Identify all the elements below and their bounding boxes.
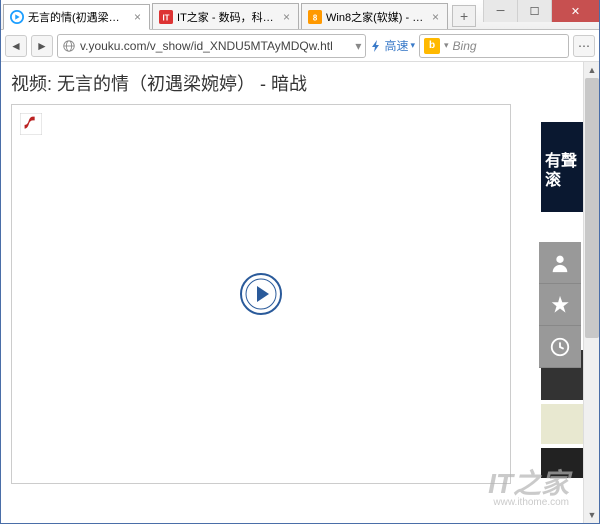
svg-text:8: 8: [313, 13, 318, 22]
url-input[interactable]: [80, 39, 351, 53]
bing-icon: b: [424, 38, 440, 54]
clock-icon: [549, 336, 571, 358]
svg-text:IT: IT: [163, 13, 170, 22]
forward-button[interactable]: ►: [31, 35, 53, 57]
win8-icon: 8: [308, 10, 322, 24]
star-icon: [549, 294, 571, 316]
minimize-button[interactable]: ─: [483, 0, 517, 22]
flash-icon: [20, 113, 42, 135]
speed-label: 高速: [384, 37, 408, 54]
close-icon[interactable]: ×: [132, 10, 143, 24]
history-button[interactable]: [539, 326, 581, 368]
maximize-button[interactable]: ☐: [517, 0, 551, 22]
speed-mode[interactable]: 高速 ▾: [370, 37, 415, 54]
tab-1[interactable]: IT IT之家 - 数码，科技，... ×: [152, 3, 299, 29]
video-player[interactable]: [11, 104, 511, 484]
dropdown-icon: ▾: [410, 40, 415, 51]
page-content: 视频: 无言的情（初遇梁婉婷） - 暗战 有聲 滚 ▲ ▼ IT之家 www.i…: [1, 62, 599, 523]
scroll-thumb[interactable]: [585, 78, 599, 338]
new-tab-button[interactable]: +: [452, 5, 476, 27]
ithome-icon: IT: [159, 10, 173, 24]
menu-button[interactable]: ⋯: [573, 35, 595, 57]
scrollbar[interactable]: ▲ ▼: [583, 62, 599, 523]
close-icon[interactable]: ×: [281, 10, 292, 24]
youku-icon: [10, 10, 24, 24]
dropdown-icon[interactable]: ▾: [355, 39, 361, 53]
tab-2[interactable]: 8 Win8之家(软媒) - Win... ×: [301, 3, 448, 29]
action-bar: [539, 242, 581, 368]
window-controls: ─ ☐ ✕: [483, 0, 599, 22]
globe-icon: [62, 39, 76, 53]
lightning-icon: [370, 40, 382, 52]
back-button[interactable]: ◄: [5, 35, 27, 57]
tab-title: 无言的情(初遇梁婉婷...: [28, 9, 128, 25]
dropdown-icon[interactable]: ▾: [444, 40, 449, 51]
scroll-down-icon[interactable]: ▼: [584, 507, 599, 523]
main-area: 视频: 无言的情（初遇梁婉婷） - 暗战: [1, 62, 541, 523]
favorite-button[interactable]: [539, 284, 581, 326]
scroll-up-icon[interactable]: ▲: [584, 62, 599, 78]
title-bar: 无言的情(初遇梁婉婷... × IT IT之家 - 数码，科技，... × 8 …: [1, 0, 599, 30]
toolbar: ◄ ► ▾ 高速 ▾ b ▾ Bing ⋯: [1, 30, 599, 62]
close-button[interactable]: ✕: [551, 0, 599, 22]
tab-title: IT之家 - 数码，科技，...: [177, 9, 277, 25]
tab-title: Win8之家(软媒) - Win...: [326, 9, 426, 25]
play-button[interactable]: [239, 272, 283, 316]
video-title: 视频: 无言的情（初遇梁婉婷） - 暗战: [11, 70, 541, 96]
close-icon[interactable]: ×: [430, 10, 441, 24]
address-bar[interactable]: ▾: [57, 34, 366, 58]
search-bar[interactable]: b ▾ Bing: [419, 34, 569, 58]
user-button[interactable]: [539, 242, 581, 284]
user-icon: [549, 252, 571, 274]
search-placeholder: Bing: [453, 39, 477, 53]
tab-0[interactable]: 无言的情(初遇梁婉婷... ×: [3, 4, 150, 30]
